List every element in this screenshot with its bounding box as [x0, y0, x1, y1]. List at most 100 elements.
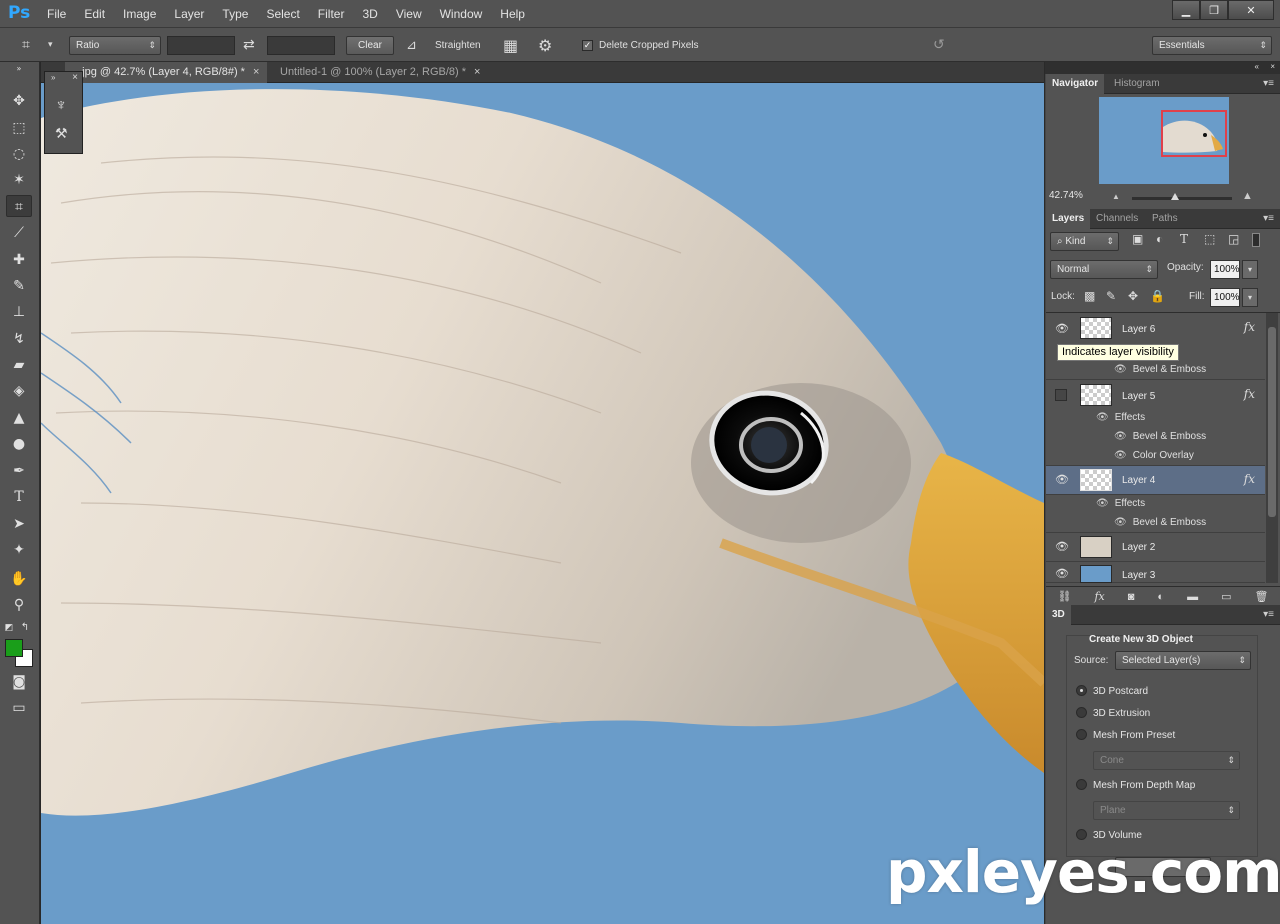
panel-menu-icon[interactable]: ▾≡ [1263, 605, 1274, 625]
link-layers-icon[interactable]: ⛓ [1058, 590, 1072, 603]
mesh-preset-dropdown[interactable]: Cone [1093, 751, 1240, 770]
effect-eye-icon[interactable]: 👁 [1096, 498, 1109, 509]
history-brush-tool-icon[interactable]: ↯ [6, 328, 32, 350]
layer-name[interactable]: Layer 5 [1122, 391, 1155, 402]
lasso-tool-icon[interactable]: ◌ [6, 143, 32, 165]
source-dropdown[interactable]: Selected Layer(s) [1115, 651, 1251, 670]
zoom-tool-icon[interactable]: ⚲ [6, 594, 32, 616]
tab-channels[interactable]: Channels [1090, 209, 1144, 229]
tab-document-untitled[interactable]: Untitled-1 @ 100% (Layer 2, RGB/8) * × [272, 62, 488, 83]
clone-stamp-tool-icon[interactable]: ⊥ [6, 301, 32, 323]
layer-name[interactable]: Layer 4 [1122, 475, 1155, 486]
minimize-button[interactable]: ▁ [1172, 0, 1200, 20]
opacity-field[interactable]: 100% [1210, 260, 1240, 279]
brush-tool-icon[interactable]: ✎ [6, 275, 32, 297]
scrollbar-thumb[interactable] [1268, 327, 1276, 517]
effect-eye-icon[interactable]: 👁 [1114, 517, 1127, 528]
document-canvas[interactable] [41, 83, 1044, 924]
close-icon[interactable]: × [72, 72, 78, 83]
visibility-eye-icon[interactable]: 👁 [1055, 324, 1069, 335]
menu-image[interactable]: Image [114, 0, 165, 28]
layer-name[interactable]: Layer 3 [1122, 570, 1155, 581]
collapse-toolbar-icon[interactable]: » [6, 65, 32, 87]
visibility-eye-icon[interactable]: 👁 [1055, 542, 1069, 553]
layer-row-3[interactable]: 👁 Layer 3 [1046, 562, 1265, 583]
swap-colors-icon[interactable]: ↰ [18, 617, 32, 639]
effects-group[interactable]: 👁 Effects [1096, 412, 1145, 423]
effect-bevel-emboss[interactable]: 👁 Bevel & Emboss [1114, 431, 1206, 442]
move-tool-icon[interactable]: ✥ [6, 90, 32, 112]
tab-3d[interactable]: 3D [1046, 605, 1071, 625]
zoom-slider-knob[interactable] [1171, 193, 1179, 200]
shape-filter-icon[interactable]: ⬚ [1204, 232, 1215, 246]
new-adjustment-icon[interactable]: ◐ [1157, 591, 1164, 603]
shape-tool-icon[interactable]: ✦ [6, 539, 32, 561]
quick-mask-icon[interactable]: ◙ [6, 671, 32, 693]
tab-layers[interactable]: Layers [1046, 209, 1091, 229]
smart-object-filter-icon[interactable]: ◲ [1228, 232, 1239, 246]
straighten-label[interactable]: Straighten [435, 36, 481, 55]
clone-source-icon[interactable]: ⚒ [55, 125, 68, 142]
navigator-view-box[interactable] [1161, 110, 1227, 157]
radio-label[interactable]: Mesh From Preset [1093, 730, 1175, 741]
eyedropper-tool-icon[interactable]: ⟋ [6, 222, 32, 244]
radio-label[interactable]: Mesh From Depth Map [1093, 780, 1195, 791]
effect-color-overlay[interactable]: 👁 Color Overlay [1114, 450, 1194, 461]
radio-3d-postcard[interactable] [1076, 685, 1087, 696]
healing-brush-tool-icon[interactable]: ✚ [6, 249, 32, 271]
menu-select[interactable]: Select [257, 0, 308, 28]
tab-histogram[interactable]: Histogram [1108, 74, 1166, 94]
navigator-zoom-value[interactable]: 42.74% [1049, 190, 1083, 201]
effect-bevel-emboss[interactable]: 👁 Bevel & Emboss [1114, 517, 1206, 528]
menu-filter[interactable]: Filter [309, 0, 354, 28]
lock-all-icon[interactable]: 🔒 [1150, 289, 1165, 303]
tab-navigator[interactable]: Navigator [1046, 74, 1105, 94]
collapse-dock-icon[interactable]: « [1255, 62, 1259, 71]
menu-edit[interactable]: Edit [75, 0, 114, 28]
magic-wand-tool-icon[interactable]: ✶ [6, 169, 32, 191]
opacity-dropdown-arrow[interactable]: ▾ [1242, 260, 1258, 279]
crop-height-field[interactable] [267, 36, 335, 55]
layer-name[interactable]: Layer 2 [1122, 542, 1155, 553]
zoom-in-icon[interactable]: ▲ [1242, 190, 1253, 202]
type-filter-icon[interactable]: T [1180, 232, 1188, 246]
screen-mode-icon[interactable]: ▭ [6, 697, 32, 719]
radio-mesh-depth-map[interactable] [1076, 779, 1087, 790]
gear-icon[interactable]: ⚙ [538, 36, 552, 55]
visibility-eye-icon[interactable]: 👁 [1055, 569, 1069, 580]
effect-eye-icon[interactable]: 👁 [1114, 364, 1127, 375]
fx-icon[interactable]: fx [1244, 472, 1255, 486]
fill-dropdown-arrow[interactable]: ▾ [1242, 288, 1258, 307]
navigator-thumbnail[interactable] [1099, 97, 1229, 184]
pixel-filter-icon[interactable]: ▣ [1132, 232, 1143, 246]
radio-mesh-preset[interactable] [1076, 729, 1087, 740]
fx-icon[interactable]: fx [1244, 320, 1255, 334]
radio-label[interactable]: 3D Extrusion [1093, 708, 1150, 719]
menu-3d[interactable]: 3D [353, 0, 386, 28]
zoom-slider[interactable] [1132, 193, 1232, 200]
menu-layer[interactable]: Layer [165, 0, 213, 28]
crop-width-field[interactable] [167, 36, 235, 55]
panel-menu-icon[interactable]: ▾≡ [1263, 209, 1274, 229]
workspace-dropdown[interactable]: Essentials [1152, 36, 1272, 55]
menu-type[interactable]: Type [213, 0, 257, 28]
fx-icon[interactable]: fx [1244, 387, 1255, 401]
crop-ratio-dropdown[interactable]: Ratio [69, 36, 161, 55]
visibility-toggle-off[interactable] [1055, 389, 1067, 401]
panel-menu-icon[interactable]: ▾≡ [1263, 74, 1274, 94]
new-layer-icon[interactable]: ▭ [1221, 590, 1231, 603]
straighten-icon[interactable]: ⊿ [406, 36, 417, 55]
tab-close-icon[interactable]: × [253, 66, 259, 78]
pen-tool-icon[interactable]: ✒ [6, 460, 32, 482]
blur-tool-icon[interactable]: ▲ [6, 407, 32, 429]
path-selection-tool-icon[interactable]: ➤ [6, 513, 32, 535]
effect-eye-icon[interactable]: 👁 [1114, 450, 1127, 461]
visibility-eye-icon[interactable]: 👁 [1055, 475, 1069, 486]
effects-group[interactable]: 👁 Effects [1096, 498, 1145, 509]
layer-row-4[interactable]: 👁 Layer 4 fx [1046, 466, 1265, 495]
depth-map-dropdown[interactable]: Plane [1093, 801, 1240, 820]
crop-tool-icon[interactable]: ⌗ [6, 195, 32, 217]
expand-icon[interactable]: » [51, 73, 55, 82]
filter-toggle-switch[interactable] [1252, 233, 1260, 247]
add-mask-icon[interactable]: ◙ [1128, 591, 1135, 603]
